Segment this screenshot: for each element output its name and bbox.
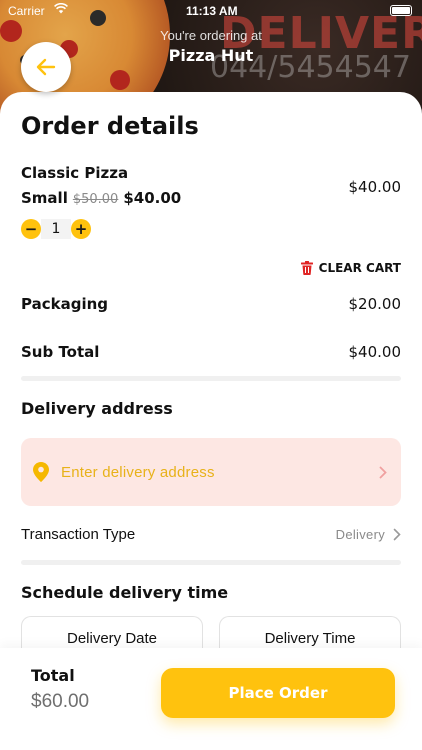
subtotal-value: $40.00 (348, 343, 402, 361)
trash-icon (300, 261, 313, 275)
transaction-type-row[interactable]: Transaction Type Delivery (21, 522, 401, 546)
status-bar: Carrier 11:13 AM (0, 0, 422, 22)
total-label: Total (31, 666, 75, 685)
battery-icon (390, 5, 412, 16)
item-line-total: $40.00 (348, 178, 402, 196)
increase-quantity-button[interactable]: + (71, 219, 91, 239)
item-price-row: Small $50.00 $40.00 (21, 189, 181, 207)
packaging-label: Packaging (21, 295, 108, 313)
plus-icon: + (74, 219, 88, 238)
divider (21, 560, 401, 565)
checkout-bar: Total $60.00 Place Order (0, 648, 422, 750)
chevron-right-icon (379, 466, 387, 479)
item-old-price: $50.00 (72, 192, 119, 207)
item-name: Classic Pizza (21, 164, 129, 182)
ordering-at-label: You're ordering at (160, 28, 262, 43)
item-size: Small (21, 189, 68, 207)
transaction-type-label: Transaction Type (21, 525, 136, 543)
schedule-title: Schedule delivery time (21, 583, 229, 602)
wifi-icon (54, 2, 68, 17)
back-button[interactable] (21, 42, 71, 92)
carrier-label: Carrier (8, 4, 45, 18)
arrow-left-icon (36, 58, 56, 76)
transaction-type-value: Delivery (335, 526, 385, 542)
divider (21, 376, 401, 381)
packaging-value: $20.00 (348, 295, 402, 313)
decrease-quantity-button[interactable]: − (21, 219, 41, 239)
address-placeholder: Enter delivery address (61, 463, 215, 481)
delivery-address-title: Delivery address (21, 399, 173, 418)
place-order-button[interactable]: Place Order (161, 668, 395, 718)
subtotal-label: Sub Total (21, 343, 100, 361)
quantity-value: 1 (41, 219, 71, 239)
delivery-address-field[interactable]: Enter delivery address (21, 438, 401, 506)
item-new-price: $40.00 (123, 189, 182, 207)
minus-icon: − (24, 219, 38, 238)
clear-cart-label: CLEAR CART (318, 261, 401, 275)
page-title: Order details (21, 112, 199, 140)
quantity-stepper: − 1 + (21, 219, 91, 239)
total-value: $60.00 (31, 691, 90, 712)
clock: 11:13 AM (186, 4, 238, 18)
location-pin-icon (33, 462, 49, 482)
chevron-right-icon (393, 528, 401, 541)
clear-cart-button[interactable]: CLEAR CART (300, 261, 401, 275)
